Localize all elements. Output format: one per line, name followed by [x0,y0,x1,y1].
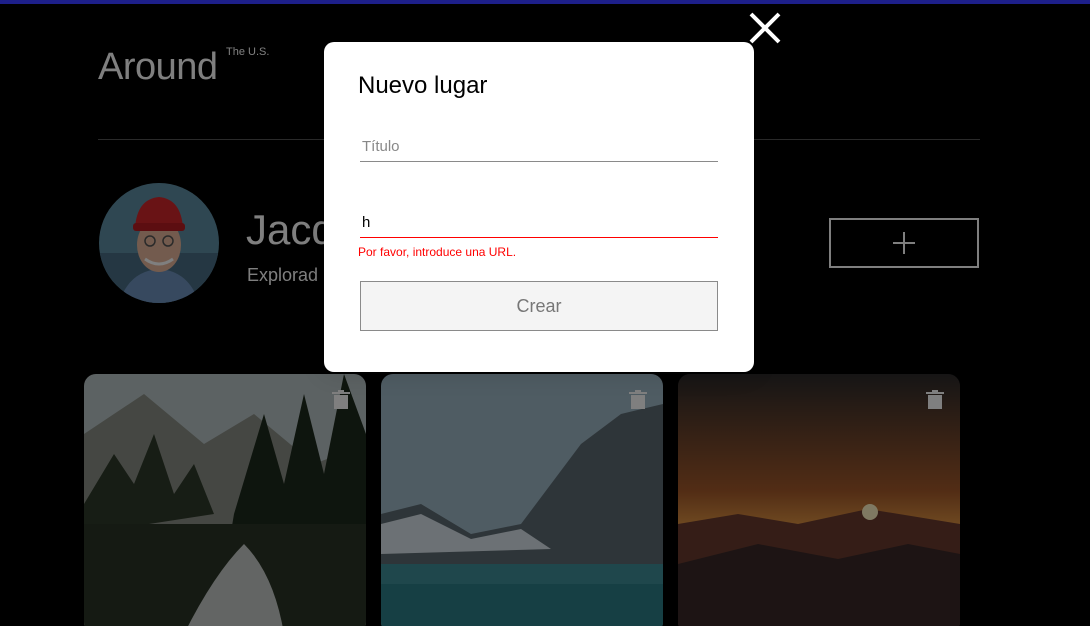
url-error-message: Por favor, introduce una URL. [358,245,517,259]
close-icon[interactable] [747,10,783,46]
modal-title: Nuevo lugar [358,72,488,99]
create-button[interactable]: Crear [360,281,718,331]
new-place-modal: Nuevo lugar Por favor, introduce una URL… [324,42,754,372]
title-input[interactable] [360,132,718,162]
url-input[interactable] [360,208,718,238]
